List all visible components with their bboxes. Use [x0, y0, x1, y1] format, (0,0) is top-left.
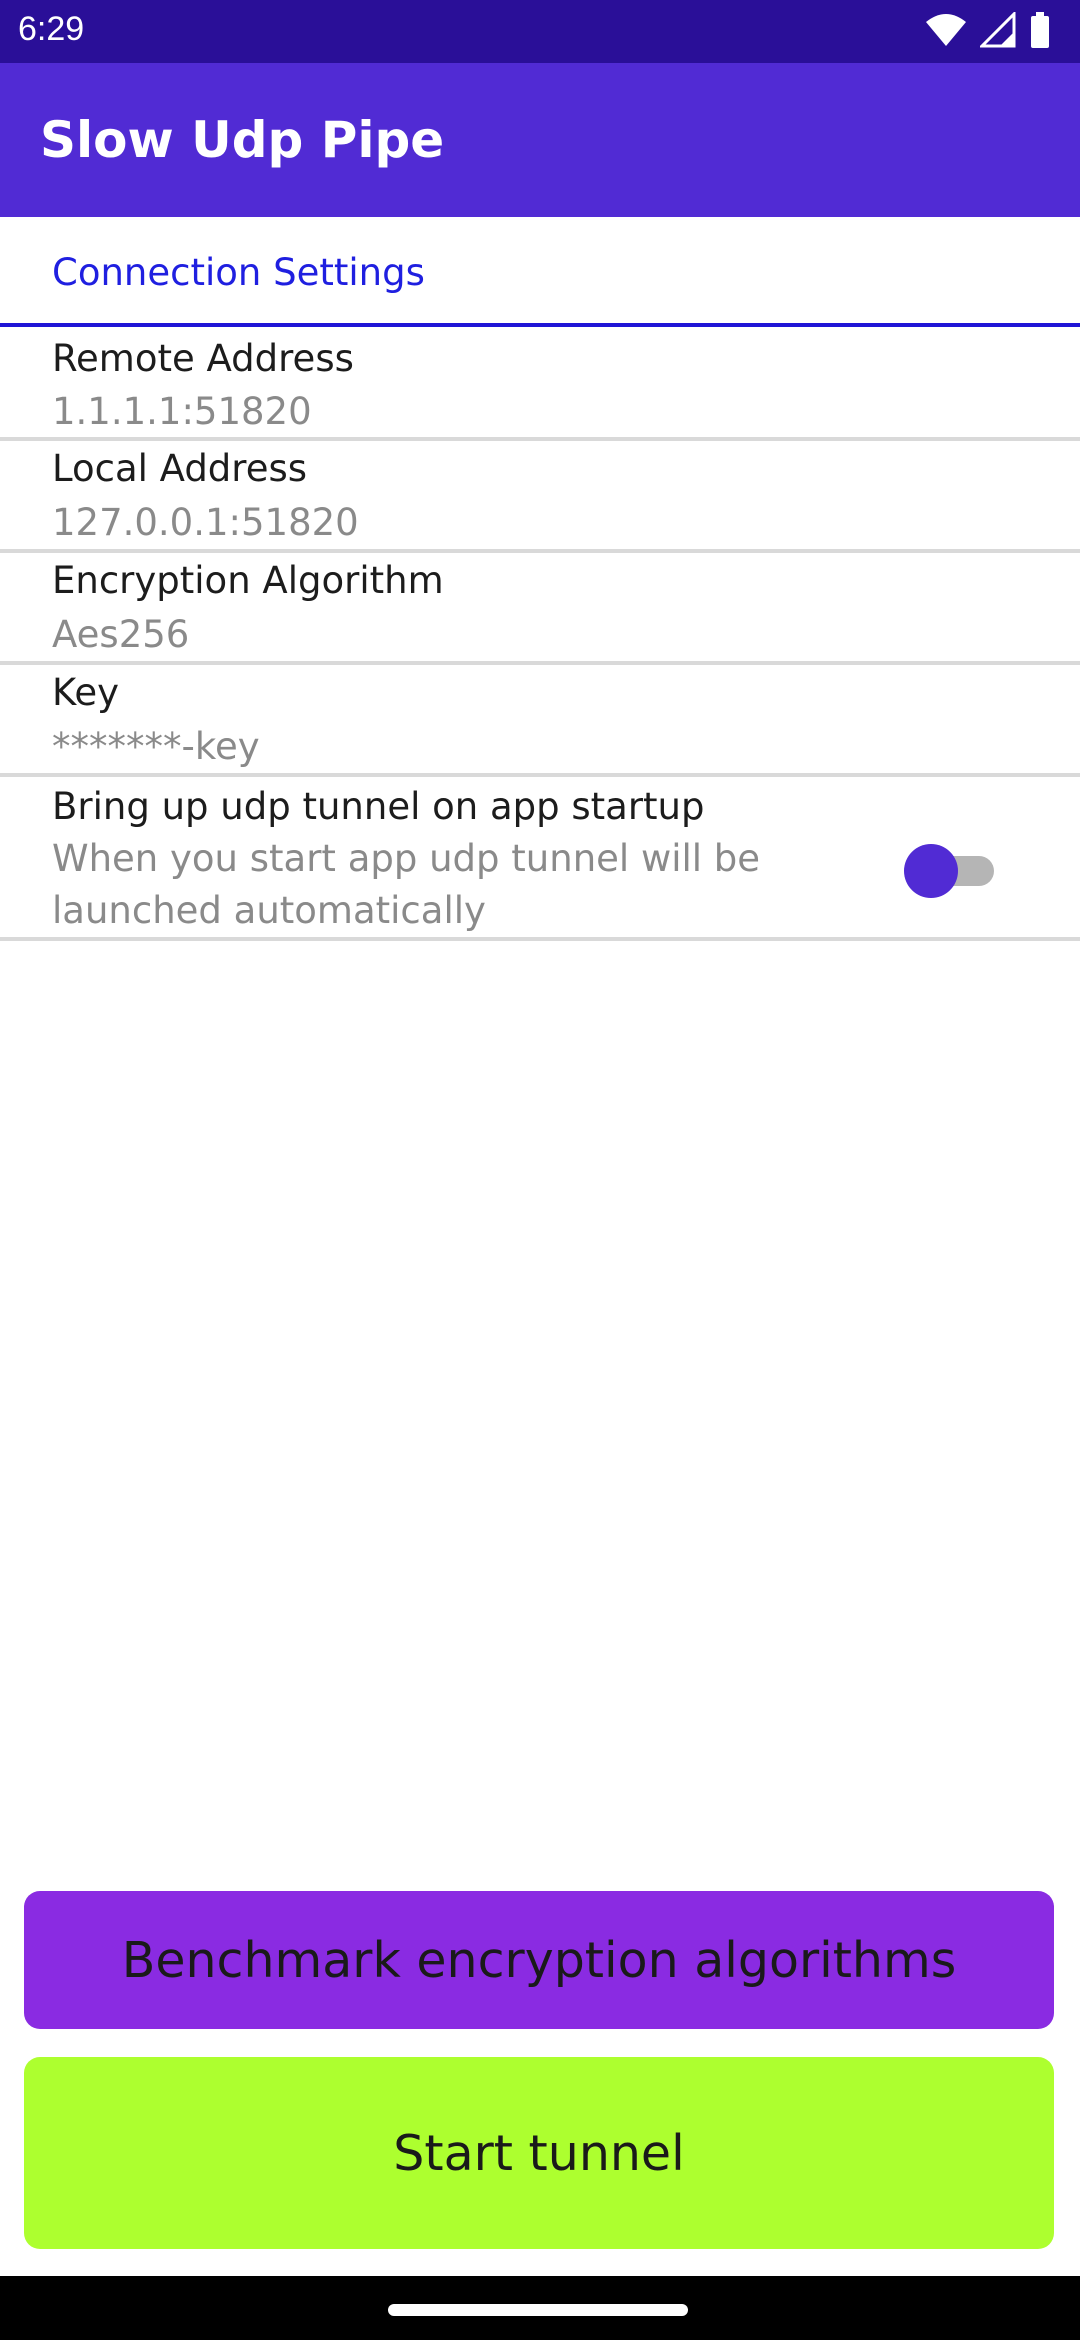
section-header: Connection Settings [0, 217, 1080, 327]
setting-local-address[interactable]: Local Address 127.0.0.1:51820 [0, 441, 1080, 553]
setting-startup-tunnel[interactable]: Bring up udp tunnel on app startup When … [0, 777, 1080, 941]
setting-title: Encryption Algorithm [52, 559, 444, 602]
navigation-bar [0, 2276, 1080, 2340]
status-time: 6:29 [18, 10, 85, 48]
benchmark-button[interactable]: Benchmark encryption algorithms [24, 1891, 1054, 2029]
status-icons [926, 10, 1050, 53]
setting-remote-address[interactable]: Remote Address 1.1.1.1:51820 [0, 327, 1080, 441]
setting-encryption-algorithm[interactable]: Encryption Algorithm Aes256 [0, 553, 1080, 665]
setting-title: Local Address [52, 447, 308, 490]
setting-value: *******-key [52, 725, 260, 768]
setting-description: When you start app udp tunnel will be la… [52, 837, 761, 932]
section-title: Connection Settings [52, 251, 425, 294]
setting-value: Aes256 [52, 613, 190, 656]
setting-title: Remote Address [52, 337, 354, 380]
cell-signal-icon [978, 10, 1016, 53]
status-bar: 6:29 [0, 0, 1080, 63]
setting-value: 127.0.0.1:51820 [52, 501, 359, 544]
home-gesture-handle[interactable] [388, 2304, 688, 2316]
setting-value: 1.1.1.1:51820 [52, 390, 312, 433]
battery-icon [1030, 12, 1050, 53]
setting-key[interactable]: Key *******-key [0, 665, 1080, 777]
setting-title: Bring up udp tunnel on app startup [52, 785, 705, 828]
wifi-icon [926, 12, 966, 53]
app-bar: Slow Udp Pipe [0, 63, 1080, 217]
app-title: Slow Udp Pipe [40, 111, 445, 169]
start-tunnel-button[interactable]: Start tunnel [24, 2057, 1054, 2249]
setting-title: Key [52, 671, 120, 714]
startup-toggle-switch[interactable] [904, 842, 996, 900]
toggle-thumb [904, 844, 958, 898]
